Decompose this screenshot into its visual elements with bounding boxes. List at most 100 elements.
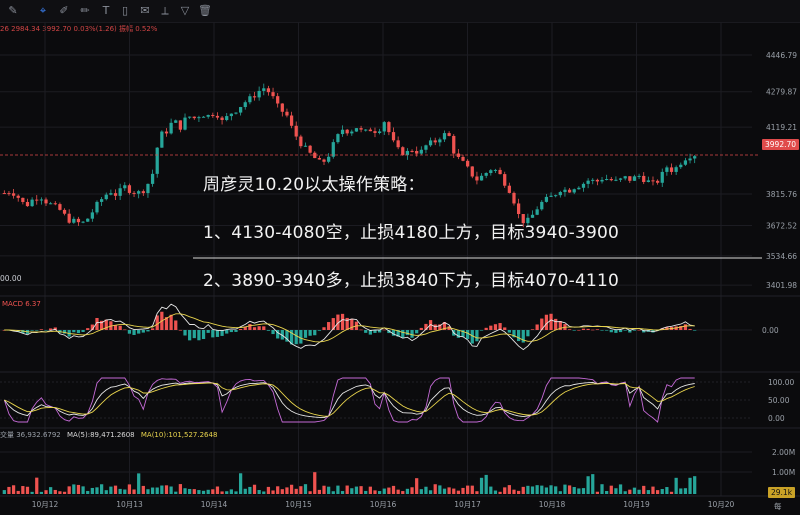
macd-histogram-bar bbox=[466, 330, 470, 339]
macd-histogram-bar bbox=[169, 314, 173, 330]
volume-bar bbox=[628, 489, 632, 494]
x-tick-label: 10月18 bbox=[539, 500, 566, 509]
macd-histogram-bar bbox=[489, 325, 493, 330]
macd-histogram-bar bbox=[76, 330, 81, 334]
candle-body bbox=[308, 145, 312, 153]
volume-bar bbox=[368, 486, 372, 494]
macd-histogram-bar bbox=[693, 330, 697, 331]
volume-bar bbox=[665, 487, 669, 494]
macd-histogram-bar bbox=[215, 330, 220, 337]
volume-bar bbox=[405, 488, 410, 494]
candle-body bbox=[289, 115, 294, 126]
volume-bar bbox=[618, 484, 623, 494]
volume-bar bbox=[44, 490, 48, 494]
candle-body bbox=[507, 185, 511, 193]
strategy-line-1: 1、4130-4080空，止损4180上方，目标3940-3900 bbox=[203, 223, 620, 243]
candle-body bbox=[11, 193, 16, 196]
macd-histogram-bar bbox=[591, 329, 595, 331]
macd-y-tick: 0.00 bbox=[762, 326, 779, 335]
candle-body bbox=[113, 193, 118, 196]
strategy-title: 周彦灵10.20以太操作策略： bbox=[203, 175, 425, 195]
candle-body bbox=[72, 218, 76, 223]
candle-body bbox=[567, 189, 572, 193]
volume-bar bbox=[642, 485, 646, 494]
period-label: 每 bbox=[774, 502, 782, 511]
macd-histogram-bar bbox=[581, 328, 586, 330]
volume-bar bbox=[127, 484, 132, 494]
volume-bar bbox=[225, 491, 229, 494]
macd-histogram-bar bbox=[595, 329, 600, 330]
macd-histogram-bar bbox=[327, 322, 331, 330]
volume-bar bbox=[466, 485, 470, 494]
volume-bar bbox=[438, 485, 442, 494]
volume-bar bbox=[183, 488, 187, 494]
candle-body bbox=[188, 116, 192, 118]
macd-label: MACD 6.37 bbox=[2, 300, 41, 308]
candle-body bbox=[178, 120, 183, 130]
macd-histogram-bar bbox=[322, 327, 326, 330]
candle-body bbox=[428, 140, 433, 146]
candle-body bbox=[183, 117, 187, 130]
volume-bar bbox=[201, 490, 206, 494]
volume-bar bbox=[535, 485, 539, 494]
candle-body bbox=[164, 131, 169, 134]
candle-body bbox=[294, 125, 298, 137]
macd-histogram-bar bbox=[415, 330, 419, 334]
candle-body bbox=[632, 176, 637, 181]
volume-bar bbox=[35, 477, 39, 494]
volume-bar bbox=[387, 487, 391, 494]
candle-body bbox=[558, 192, 562, 196]
macd-histogram-bar bbox=[401, 330, 405, 338]
macd-histogram-bar bbox=[308, 330, 312, 336]
volume-bar bbox=[516, 490, 521, 494]
macd-histogram-bar bbox=[81, 330, 85, 332]
volume-bar bbox=[257, 490, 261, 494]
candle-body bbox=[401, 147, 405, 156]
kdj-y-tick: 0.00 bbox=[768, 414, 785, 423]
volume-bar bbox=[479, 477, 484, 494]
y-tick-label: 3672.52 bbox=[766, 222, 797, 231]
candle-body bbox=[248, 96, 252, 103]
macd-histogram-bar bbox=[113, 325, 118, 330]
candle-body bbox=[201, 116, 206, 118]
candle-body bbox=[58, 204, 62, 210]
volume-bar bbox=[452, 488, 456, 494]
candle-body bbox=[81, 221, 85, 223]
candle-body bbox=[368, 129, 372, 132]
macd-histogram-bar bbox=[39, 329, 44, 330]
macd-histogram-bar bbox=[359, 329, 363, 331]
candle-body bbox=[516, 203, 521, 215]
x-tick-label: 10月19 bbox=[623, 500, 650, 509]
candle-body bbox=[572, 189, 576, 193]
volume-bar bbox=[308, 491, 312, 494]
macd-histogram-bar bbox=[567, 329, 572, 330]
candle-body bbox=[387, 122, 391, 133]
macd-histogram-bar bbox=[141, 330, 145, 333]
candle-body bbox=[322, 159, 326, 162]
x-tick-label: 10月20 bbox=[708, 500, 735, 509]
macd-histogram-bar bbox=[35, 330, 39, 331]
candle-body bbox=[95, 201, 99, 213]
kdj-y-tick: 100.00 bbox=[768, 378, 794, 387]
macd-histogram-bar bbox=[530, 329, 535, 330]
candle-body bbox=[7, 193, 11, 195]
volume-bar bbox=[294, 488, 298, 494]
candle-body bbox=[498, 169, 502, 175]
candle-body bbox=[225, 116, 229, 121]
volume-bar bbox=[428, 490, 433, 494]
macd-histogram-bar bbox=[609, 330, 613, 333]
macd-histogram-bar bbox=[132, 330, 136, 335]
volume-bar bbox=[192, 489, 196, 494]
candle-body bbox=[683, 160, 688, 165]
macd-histogram-bar bbox=[192, 330, 196, 339]
candle-body bbox=[354, 128, 359, 132]
macd-histogram-bar bbox=[225, 330, 229, 334]
candle-body bbox=[373, 131, 377, 133]
volume-bar bbox=[220, 491, 224, 494]
candle-body bbox=[410, 150, 414, 152]
volume-bar bbox=[99, 484, 104, 494]
macd-histogram-bar bbox=[600, 330, 604, 331]
macd-histogram-bar bbox=[637, 329, 641, 331]
candle-body bbox=[549, 195, 553, 197]
volume-bar bbox=[651, 486, 655, 494]
